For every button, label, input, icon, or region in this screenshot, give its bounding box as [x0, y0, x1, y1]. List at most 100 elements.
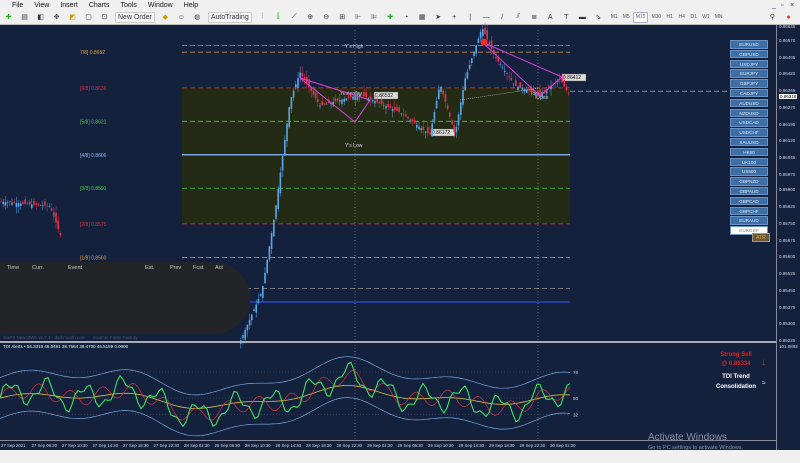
price-tick: 0.85225: [779, 338, 796, 343]
symbol-button-usdcad[interactable]: USDCAD: [730, 118, 768, 127]
candle-body: [284, 139, 286, 155]
news-header-event[interactable]: Event: [68, 265, 82, 271]
candle-body: [416, 124, 418, 128]
candle-body: [411, 119, 414, 122]
candle-body: [15, 203, 18, 207]
candle-body: [369, 96, 372, 100]
subwindow-separator[interactable]: [0, 341, 776, 343]
symbol-button-cadjpy[interactable]: CADJPY: [730, 88, 768, 98]
activate-windows-subtitle: Go to PC settings to activate Windows.: [648, 445, 744, 451]
candle-body: [286, 123, 288, 142]
symbol-button-gbpnzd[interactable]: GBPNZD: [730, 177, 768, 186]
candle-body: [479, 31, 482, 39]
candle-body: [422, 126, 425, 130]
symbol-button-uk100[interactable]: UK100: [730, 157, 768, 167]
candle-body: [253, 309, 255, 312]
symbol-button-hk50[interactable]: HK50: [730, 147, 768, 157]
time-tick: 29 Sep 22:30: [519, 443, 546, 448]
symbol-button-usdjpy[interactable]: USDJPY: [730, 59, 768, 69]
time-tick: 28 Sep 14:30: [275, 443, 302, 448]
price-tick: 0.85750: [779, 220, 796, 226]
symbol-button-gbpjpy[interactable]: GBPJPY: [730, 79, 768, 88]
candle-body: [391, 109, 394, 112]
candle-body: [20, 203, 22, 207]
price-axis[interactable]: 0.86570 0.86495 0.86420 0.86345 0.86270 0.861…: [776, 24, 800, 450]
current-price-label: 0.86318: [779, 94, 798, 100]
candle-body: [48, 206, 51, 207]
candle-body: [310, 87, 312, 91]
candle-body: [374, 101, 376, 104]
candle-body: [515, 80, 517, 86]
atr-button[interactable]: ATR: [752, 233, 770, 242]
candle-body: [409, 119, 411, 121]
candle-body: [270, 233, 273, 249]
time-tick: 27 Sep 06:30: [31, 443, 58, 448]
symbol-button-gbpusd[interactable]: GBPUSD: [730, 49, 768, 59]
candle-body: [378, 101, 381, 104]
tdi-axis-max: 101.8892: [779, 344, 798, 349]
news-header-est[interactable]: Est.: [145, 265, 154, 271]
candle-body: [457, 114, 460, 126]
candle-body: [281, 156, 284, 171]
murrey-label: [4/8] 0.8606: [80, 153, 107, 159]
candle-body: [0, 201, 2, 203]
symbol-button-gbpchf[interactable]: GBPCHF: [730, 206, 768, 216]
price-tick: 0.86570: [779, 38, 796, 43]
price-tick: 0.86195: [779, 121, 796, 127]
candle-body: [398, 107, 400, 113]
candle-body: [394, 106, 396, 111]
candle-body: [259, 294, 262, 297]
symbol-button-usdchf[interactable]: USDCHF: [730, 128, 768, 137]
candle-body: [279, 172, 282, 194]
news-header-act[interactable]: Act: [215, 265, 223, 271]
candle-body: [389, 106, 392, 109]
symbol-button-gbpcad[interactable]: GBPCAD: [730, 196, 768, 206]
symbol-button-xauusd[interactable]: XAUUSD: [730, 137, 768, 147]
candle-body: [288, 107, 290, 128]
news-header-curr[interactable]: Curr.: [32, 265, 44, 271]
candle-body: [420, 128, 422, 131]
candle-body: [33, 201, 35, 205]
candle-body: [44, 201, 46, 206]
symbol-button-eurusd[interactable]: EURUSD: [730, 40, 768, 49]
symbol-button-gbpaud[interactable]: GBPAUD: [730, 186, 768, 196]
symbol-button-nzdusd[interactable]: NZDUSD: [730, 108, 768, 118]
price-tick: 0.86120: [779, 138, 796, 144]
candle-body: [517, 86, 519, 91]
candle-body: [433, 112, 436, 123]
news-header-time[interactable]: Time: [7, 265, 19, 271]
candle-body: [290, 97, 293, 109]
symbol-button-audusd[interactable]: AUDUSD: [730, 98, 768, 108]
candle-body: [539, 89, 541, 95]
candle-body: [314, 92, 317, 99]
candle-body: [484, 27, 486, 35]
candle-body: [442, 90, 444, 95]
price-label-lbl3: 0.86412: [563, 75, 581, 81]
symbol-button-euraud[interactable]: EURAUD: [730, 216, 768, 225]
candle-body: [563, 79, 565, 87]
time-tick: 29 Sep 14:30: [458, 443, 485, 448]
ys-low-label: Y's Low: [345, 143, 363, 149]
candle-body: [499, 64, 502, 66]
candle-body: [31, 204, 33, 208]
news-header-fcst[interactable]: Fcst: [193, 265, 203, 271]
time-tick: 29 Sep 18:30: [489, 443, 515, 448]
candle-body: [444, 94, 447, 102]
candle-body: [488, 41, 491, 45]
news-header-prev[interactable]: Prev: [170, 265, 181, 271]
candle-body: [508, 76, 510, 78]
candle-body: [2, 201, 4, 204]
symbol-button-us500[interactable]: US500: [730, 167, 768, 176]
price-chart[interactable]: 7/8] 0.8652 [6/8] 0.8636 [5/8] 0.8621 [4/8]…: [0, 0, 800, 463]
price-tick: 0.86270: [779, 104, 796, 110]
candle-body: [242, 335, 244, 339]
candle-body: [372, 100, 374, 102]
candle-body: [319, 105, 321, 107]
price-tick: 0.86345: [779, 88, 796, 94]
candle-body: [251, 314, 253, 321]
symbol-button-eurjpy[interactable]: EURJPY: [730, 69, 768, 78]
candle-body: [407, 117, 409, 119]
candle-body: [504, 70, 506, 73]
price-tick: 0.86420: [779, 71, 796, 77]
candle-body: [4, 202, 7, 206]
